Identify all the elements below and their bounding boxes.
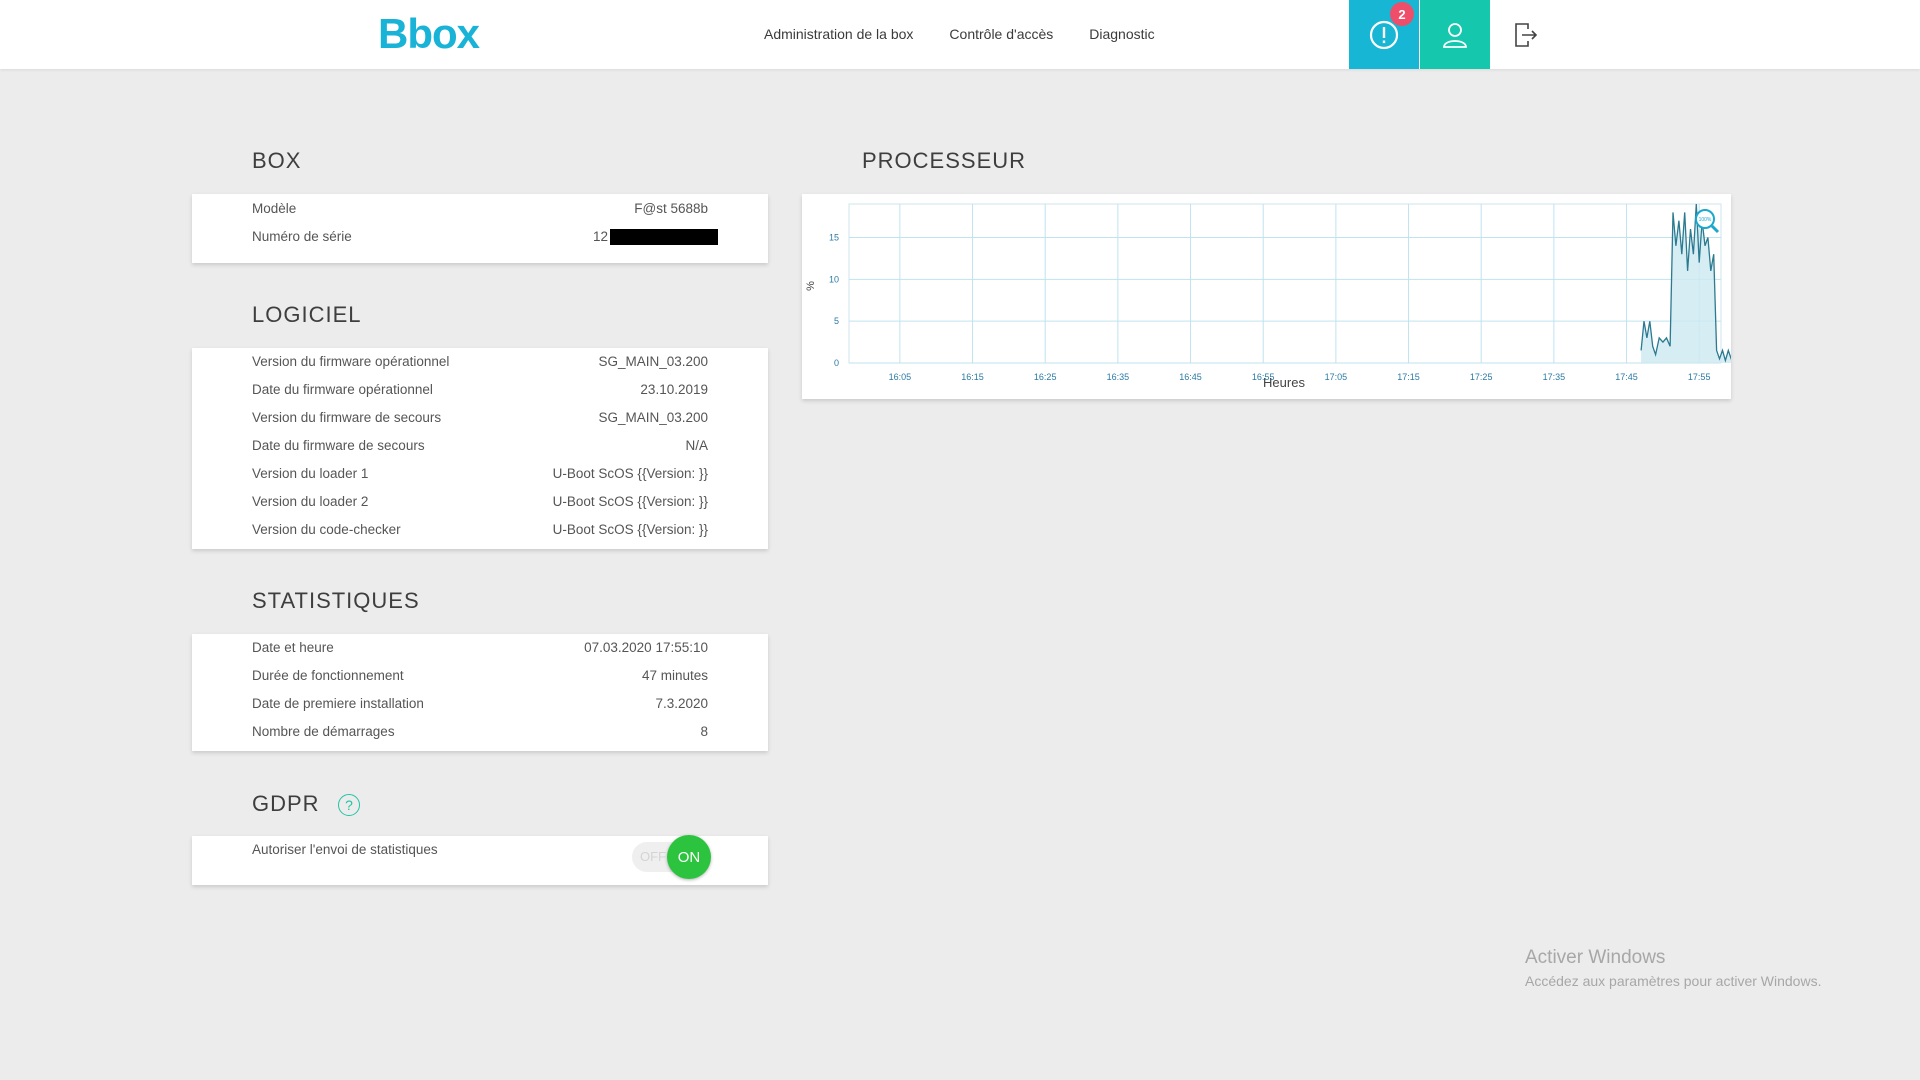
info-row: Date de premiere installation 7.3.2020 <box>252 696 708 716</box>
row-value: 7.3.2020 <box>655 696 708 711</box>
row-label: Modèle <box>252 201 297 216</box>
gdpr-section-title: GDPR <box>252 791 320 816</box>
row-label: Autoriser l'envoi de statistiques <box>252 842 438 857</box>
info-row: Durée de fonctionnement 47 minutes <box>252 668 708 688</box>
x-tick-label: 17:25 <box>1470 372 1493 382</box>
x-tick-label: 16:45 <box>1179 372 1202 382</box>
row-label: Version du loader 1 <box>252 466 369 481</box>
y-tick-label: 10 <box>829 274 839 284</box>
row-value: U-Boot ScOS {{Version: }} <box>552 494 708 509</box>
row-value: 23.10.2019 <box>640 382 708 397</box>
y-tick-label: 15 <box>829 232 839 242</box>
x-tick-label: 16:35 <box>1107 372 1130 382</box>
processeur-section-title: PROCESSEUR <box>862 148 1027 173</box>
main-nav: Administration de la box Contrôle d'accè… <box>764 26 1155 42</box>
row-value: U-Boot ScOS {{Version: }} <box>552 522 708 537</box>
y-tick-label: 5 <box>834 316 839 326</box>
x-axis-label: Heures <box>1263 375 1305 390</box>
logout-button[interactable] <box>1498 0 1554 69</box>
x-tick-label: 16:05 <box>889 372 912 382</box>
row-value: F@st 5688b <box>634 201 708 216</box>
row-label: Numéro de série <box>252 229 352 244</box>
statistiques-section-title: STATISTIQUES <box>252 588 420 613</box>
windows-watermark-subtitle: Accédez aux paramètres pour activer Wind… <box>1525 973 1822 989</box>
nav-diagnostic[interactable]: Diagnostic <box>1089 26 1154 42</box>
toggle-off-label: OFF <box>640 849 666 864</box>
nav-administration[interactable]: Administration de la box <box>764 26 913 42</box>
info-row: Date du firmware opérationnel 23.10.2019 <box>252 382 708 402</box>
redaction-bar <box>610 229 718 246</box>
windows-watermark-title: Activer Windows <box>1525 947 1666 968</box>
bbox-logo[interactable]: Bbox <box>378 10 480 58</box>
x-tick-label: 17:45 <box>1615 372 1638 382</box>
row-value: SG_MAIN_03.200 <box>598 354 708 369</box>
user-icon <box>1443 22 1467 48</box>
cpu-chart: 16:05 16:15 16:25 16:35 16:45 16:55 17:05 17:15… <box>805 203 1920 390</box>
row-label: Date de premiere installation <box>252 696 424 711</box>
x-tick-label: 17:35 <box>1543 372 1566 382</box>
x-tick-label: 17:05 <box>1325 372 1348 382</box>
box-card: Modèle F@st 5688b Numéro de série 12 <box>192 194 768 263</box>
zoom-label: 100% <box>1699 217 1712 223</box>
box-section-title: BOX <box>252 148 302 173</box>
logiciel-section-title: LOGICIEL <box>252 302 362 327</box>
row-label: Version du code-checker <box>252 522 401 537</box>
row-label: Version du firmware opérationnel <box>252 354 450 369</box>
x-tick-label: 16:25 <box>1034 372 1057 382</box>
logiciel-card: Version du firmware opérationnel SG_MAIN_… <box>192 348 768 549</box>
cpu-chart-card: 16:05 16:15 16:25 16:35 16:45 16:55 17:05 17:15… <box>802 194 1920 399</box>
row-label: Version du firmware de secours <box>252 410 442 425</box>
info-row: Version du firmware opérationnel SG_MAIN_… <box>252 354 708 374</box>
row-label: Version du loader 2 <box>252 494 369 509</box>
info-row: Numéro de série 12 <box>252 229 718 249</box>
row-label: Durée de fonctionnement <box>252 668 404 683</box>
alerts-button[interactable]: 2 <box>1349 0 1419 69</box>
x-tick-label: 17:55 <box>1688 372 1711 382</box>
row-label: Date du firmware de secours <box>252 438 425 453</box>
row-value: U-Boot ScOS {{Version: }} <box>552 466 708 481</box>
info-row: Modèle F@st 5688b <box>252 201 708 221</box>
x-tick-label: 17:15 <box>1397 372 1420 382</box>
x-tick-label: 16:15 <box>961 372 984 382</box>
row-value: SG_MAIN_03.200 <box>598 410 708 425</box>
info-row: Date et heure 07.03.2020 17:55:10 <box>252 640 708 660</box>
toggle-on-knob[interactable]: ON <box>667 835 711 879</box>
row-value: 07.03.2020 17:55:10 <box>584 640 708 655</box>
logout-icon <box>1515 22 1538 47</box>
info-row: Date du firmware de secours N/A <box>252 438 708 458</box>
serial-value: 12 <box>592 229 718 246</box>
info-row: Nombre de démarrages 8 <box>252 724 708 744</box>
row-label: Date du firmware opérationnel <box>252 382 433 397</box>
info-row: Version du firmware de secours SG_MAIN_03… <box>252 410 708 430</box>
plot-frame <box>848 203 1722 364</box>
row-value: N/A <box>685 438 708 453</box>
y-axis-label: % <box>805 281 817 291</box>
row-value: 8 <box>700 724 708 739</box>
row-label: Nombre de démarrages <box>252 724 395 739</box>
serial-prefix: 12 <box>592 229 608 244</box>
info-row: Version du loader 2 U-Boot ScOS {{Version… <box>252 494 708 514</box>
y-tick-label: 0 <box>834 358 839 368</box>
info-row: Version du code-checker U-Boot ScOS {{Ver… <box>252 522 708 542</box>
top-bar: Bbox Administration de la box Contrôle d… <box>0 0 1920 69</box>
alert-count-badge: 2 <box>1390 2 1414 26</box>
info-row: Version du loader 1 U-Boot ScOS {{Version… <box>252 466 708 486</box>
user-button[interactable] <box>1420 0 1490 69</box>
nav-controle-acces[interactable]: Contrôle d'accès <box>949 26 1053 42</box>
row-label: Date et heure <box>252 640 334 655</box>
statistiques-card: Date et heure 07.03.2020 17:55:10 Durée d… <box>192 634 768 751</box>
help-icon[interactable]: ? <box>338 794 360 816</box>
row-value: 47 minutes <box>641 668 708 683</box>
